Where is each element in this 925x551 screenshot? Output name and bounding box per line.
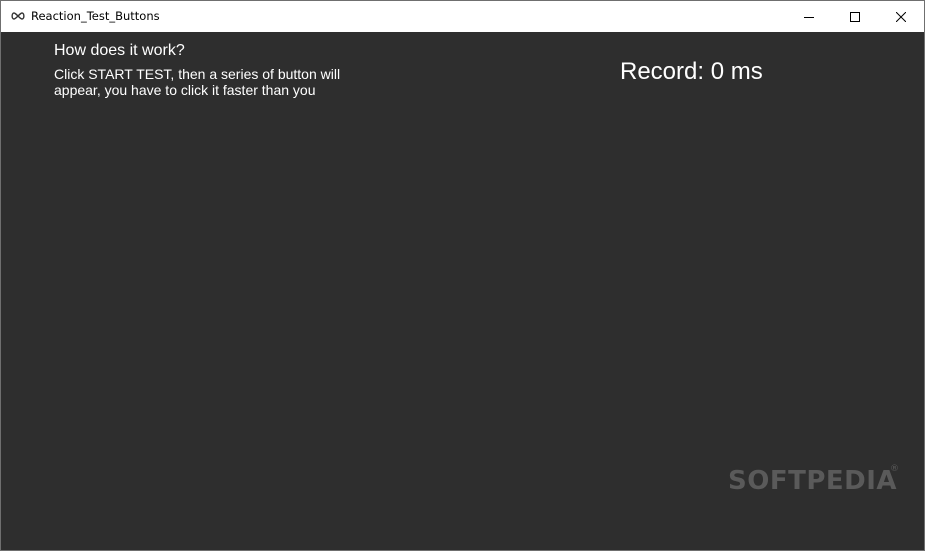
maximize-button[interactable] (832, 1, 878, 32)
window-title: Reaction_Test_Buttons (31, 9, 160, 23)
infinity-icon (11, 12, 25, 20)
minimize-icon (804, 16, 814, 18)
minimize-button[interactable] (786, 1, 832, 32)
maximize-icon (850, 11, 860, 22)
registered-mark: ® (890, 464, 899, 474)
help-title: How does it work? (54, 42, 185, 59)
app-window: Reaction_Test_Buttons How does it work? … (0, 0, 925, 551)
record-label: Record: 0 ms (620, 58, 763, 85)
close-icon (896, 11, 906, 22)
close-button[interactable] (878, 1, 924, 32)
help-description: Click START TEST, then a series of butto… (54, 66, 341, 98)
title-bar[interactable]: Reaction_Test_Buttons (1, 1, 924, 32)
softpedia-watermark: SOFTPEDIA (728, 466, 898, 496)
